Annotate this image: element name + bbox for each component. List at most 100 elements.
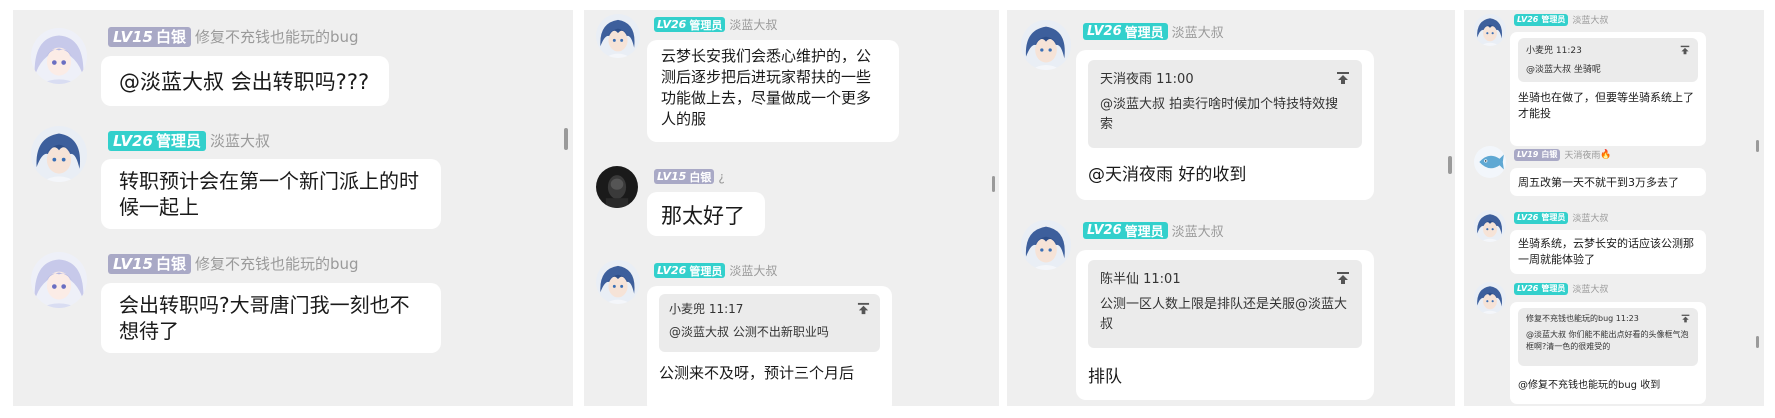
username[interactable]: 淡蓝大叔 bbox=[1172, 22, 1224, 41]
message-bubble[interactable]: 坐骑系统，云梦长安的话应该公测那一周就能体验了 bbox=[1510, 230, 1706, 274]
message-meta: LV15 白银 ¿ bbox=[654, 169, 725, 184]
quote-header: 小麦兜 11:17 bbox=[669, 302, 744, 316]
chat-panel-2: LV26 管理员 淡蓝大叔 云梦长安我们会悉心维护的，公测后逐步把后进玩家帮扶的一… bbox=[584, 10, 999, 406]
username[interactable]: 淡蓝大叔 bbox=[1572, 13, 1608, 26]
username[interactable]: 淡蓝大叔 bbox=[1572, 211, 1608, 224]
avatar[interactable] bbox=[1021, 220, 1071, 270]
scrollbar-thumb[interactable] bbox=[564, 128, 568, 150]
scrollbar-thumb[interactable] bbox=[1448, 156, 1452, 174]
quoted-message[interactable]: 小麦兜 11:23 @淡蓝大叔 坐骑呢 bbox=[1518, 38, 1698, 82]
avatar-swordsman-icon bbox=[1021, 20, 1071, 70]
avatar[interactable] bbox=[1474, 14, 1506, 46]
quoted-message[interactable]: 修复不充钱也能玩的bug 11:23 @淡蓝大叔 你们能不能出点好看的头像框气泡… bbox=[1518, 308, 1698, 366]
message-meta: LV26 管理员 淡蓝大叔 bbox=[1514, 282, 1608, 295]
chat-collage: LV15 白银 修复不充钱也能玩的bug @淡蓝大叔 会出转职吗??? LV26 管… bbox=[0, 0, 1775, 418]
avatar[interactable] bbox=[1474, 282, 1506, 314]
message-meta: LV26 管理员 淡蓝大叔 bbox=[1083, 22, 1224, 41]
message-bubble[interactable]: 小麦兜 11:23 @淡蓝大叔 坐骑呢 坐骑也在做了，但要等坐骑系统上了才能投 bbox=[1510, 32, 1706, 146]
avatar[interactable] bbox=[1021, 20, 1071, 70]
quoted-message[interactable]: 天消夜雨 11:00 @淡蓝大叔 拍卖行啥时候加个特技特效搜索 bbox=[1088, 60, 1362, 148]
admin-badge: LV26 管理员 bbox=[1514, 211, 1569, 224]
username[interactable]: 天消夜雨 bbox=[1564, 148, 1600, 161]
message-text: 转职预计会在第一个新门派上的时候一起上 bbox=[119, 169, 419, 219]
username[interactable]: ¿ bbox=[718, 170, 724, 184]
message-bubble[interactable]: 陈半仙 11:01 公测一区人数上限是排队还是关服@淡蓝大叔 排队 bbox=[1076, 250, 1374, 400]
pin-top-icon[interactable] bbox=[1681, 314, 1690, 323]
message-bubble[interactable]: 天消夜雨 11:00 @淡蓝大叔 拍卖行啥时候加个特技特效搜索 @天消夜雨 好的… bbox=[1076, 50, 1374, 200]
message-text: @修复不充钱也能玩的bug 收到 bbox=[1518, 380, 1661, 391]
quoted-message[interactable]: 小麦兜 11:17 @淡蓝大叔 公测不出新职业吗 bbox=[659, 294, 880, 352]
avatar[interactable] bbox=[31, 126, 87, 182]
avatar-swordsman-icon bbox=[1474, 282, 1506, 314]
message-bubble[interactable]: 云梦长安我们会悉心维护的，公测后逐步把后进玩家帮扶的一些功能做上去，尽量做成一个… bbox=[647, 40, 899, 142]
avatar[interactable] bbox=[596, 260, 640, 304]
pin-top-icon[interactable] bbox=[857, 302, 870, 315]
pin-top-icon[interactable] bbox=[1680, 45, 1690, 55]
avatar-swordsman-icon bbox=[1474, 210, 1506, 242]
message-meta: LV19 白银 天消夜雨 🔥 bbox=[1514, 148, 1612, 161]
avatar[interactable] bbox=[1474, 210, 1506, 242]
message-text: 云梦长安我们会悉心维护的，公测后逐步把后进玩家帮扶的一些功能做上去，尽量做成一个… bbox=[661, 47, 872, 128]
username[interactable]: 淡蓝大叔 bbox=[729, 16, 777, 33]
avatar-dark-icon bbox=[596, 166, 638, 208]
username[interactable]: 淡蓝大叔 bbox=[1172, 221, 1224, 240]
pin-top-icon[interactable] bbox=[1336, 71, 1350, 85]
username[interactable]: 修复不充钱也能玩的bug bbox=[195, 26, 359, 47]
quote-body: @淡蓝大叔 拍卖行啥时候加个特技特效搜索 bbox=[1100, 97, 1339, 132]
message-bubble[interactable]: 周五改第一天不就干到3万多去了 bbox=[1510, 168, 1706, 196]
message-bubble[interactable]: 转职预计会在第一个新门派上的时候一起上 bbox=[101, 159, 441, 229]
quote-body: @淡蓝大叔 公测不出新职业吗 bbox=[669, 325, 829, 339]
message-meta: LV26 管理员 淡蓝大叔 bbox=[108, 130, 270, 151]
quote-header: 天消夜雨 11:00 bbox=[1100, 72, 1194, 87]
avatar-fish-icon bbox=[1474, 146, 1506, 178]
username[interactable]: 淡蓝大叔 bbox=[1572, 282, 1608, 295]
message-meta: LV26 管理员 淡蓝大叔 bbox=[1514, 13, 1608, 26]
quote-body: @淡蓝大叔 坐骑呢 bbox=[1526, 65, 1601, 75]
quote-header: 修复不充钱也能玩的bug 11:23 bbox=[1526, 314, 1639, 323]
admin-badge: LV26 管理员 bbox=[654, 17, 726, 32]
chat-panel-1: LV15 白银 修复不充钱也能玩的bug @淡蓝大叔 会出转职吗??? LV26 管… bbox=[13, 10, 573, 406]
level-badge: LV15 白银 bbox=[108, 253, 191, 274]
message-bubble[interactable]: @淡蓝大叔 会出转职吗??? bbox=[101, 56, 389, 106]
scrollbar-thumb[interactable] bbox=[992, 176, 995, 192]
avatar[interactable] bbox=[596, 14, 640, 58]
quoted-message[interactable]: 陈半仙 11:01 公测一区人数上限是排队还是关服@淡蓝大叔 bbox=[1088, 260, 1362, 348]
avatar-swordsman-icon bbox=[1474, 14, 1506, 46]
message-text: 公测来不及呀，预计三个月后 bbox=[659, 364, 855, 382]
message-text: @天消夜雨 好的收到 bbox=[1088, 165, 1247, 185]
message-text: 坐骑系统，云梦长安的话应该公测那一周就能体验了 bbox=[1518, 237, 1694, 266]
message-bubble[interactable]: 那太好了 bbox=[647, 192, 765, 236]
message-text: 那太好了 bbox=[661, 204, 745, 228]
admin-badge: LV26 管理员 bbox=[108, 130, 206, 151]
quote-body: 公测一区人数上限是排队还是关服@淡蓝大叔 bbox=[1100, 297, 1348, 332]
username[interactable]: 淡蓝大叔 bbox=[210, 130, 270, 151]
avatar-girl-icon bbox=[31, 252, 87, 308]
level-badge: LV15 白银 bbox=[108, 26, 191, 47]
message-bubble[interactable]: 修复不充钱也能玩的bug 11:23 @淡蓝大叔 你们能不能出点好看的头像框气泡… bbox=[1510, 302, 1706, 404]
avatar-swordsman-icon bbox=[31, 126, 87, 182]
avatar-swordsman-icon bbox=[596, 260, 640, 304]
level-badge: LV19 白银 bbox=[1514, 148, 1561, 161]
message-text: @淡蓝大叔 会出转职吗??? bbox=[119, 70, 370, 94]
message-meta: LV15 白银 修复不充钱也能玩的bug bbox=[108, 26, 359, 47]
avatar[interactable] bbox=[1474, 146, 1506, 178]
chat-panel-4: LV26 管理员 淡蓝大叔 小麦兜 11:23 @淡蓝大叔 坐骑呢 坐骑也在做了，… bbox=[1464, 10, 1764, 406]
message-text: 坐骑也在做了，但要等坐骑系统上了才能投 bbox=[1518, 91, 1694, 120]
message-meta: LV26 管理员 淡蓝大叔 bbox=[1083, 221, 1224, 240]
message-bubble[interactable]: 会出转职吗?大哥唐门我一刻也不想待了 bbox=[101, 283, 441, 353]
avatar-swordsman-icon bbox=[1021, 220, 1071, 270]
admin-badge: LV26 管理员 bbox=[1083, 222, 1168, 240]
avatar-girl-icon bbox=[31, 28, 87, 84]
message-bubble[interactable]: 小麦兜 11:17 @淡蓝大叔 公测不出新职业吗 公测来不及呀，预计三个月后 bbox=[647, 286, 892, 406]
username[interactable]: 淡蓝大叔 bbox=[729, 262, 777, 279]
scrollbar-thumb[interactable] bbox=[1756, 140, 1759, 152]
scrollbar-thumb[interactable] bbox=[1756, 336, 1759, 348]
avatar[interactable] bbox=[596, 166, 638, 208]
username[interactable]: 修复不充钱也能玩的bug bbox=[195, 253, 359, 274]
pin-top-icon[interactable] bbox=[1336, 271, 1350, 285]
avatar[interactable] bbox=[31, 28, 87, 84]
admin-badge: LV26 管理员 bbox=[1514, 282, 1569, 295]
message-text: 会出转职吗?大哥唐门我一刻也不想待了 bbox=[119, 293, 410, 343]
chat-panel-3: LV26 管理员 淡蓝大叔 天消夜雨 11:00 @淡蓝大叔 拍卖行啥时候加个特技… bbox=[1007, 10, 1455, 406]
avatar[interactable] bbox=[31, 252, 87, 308]
